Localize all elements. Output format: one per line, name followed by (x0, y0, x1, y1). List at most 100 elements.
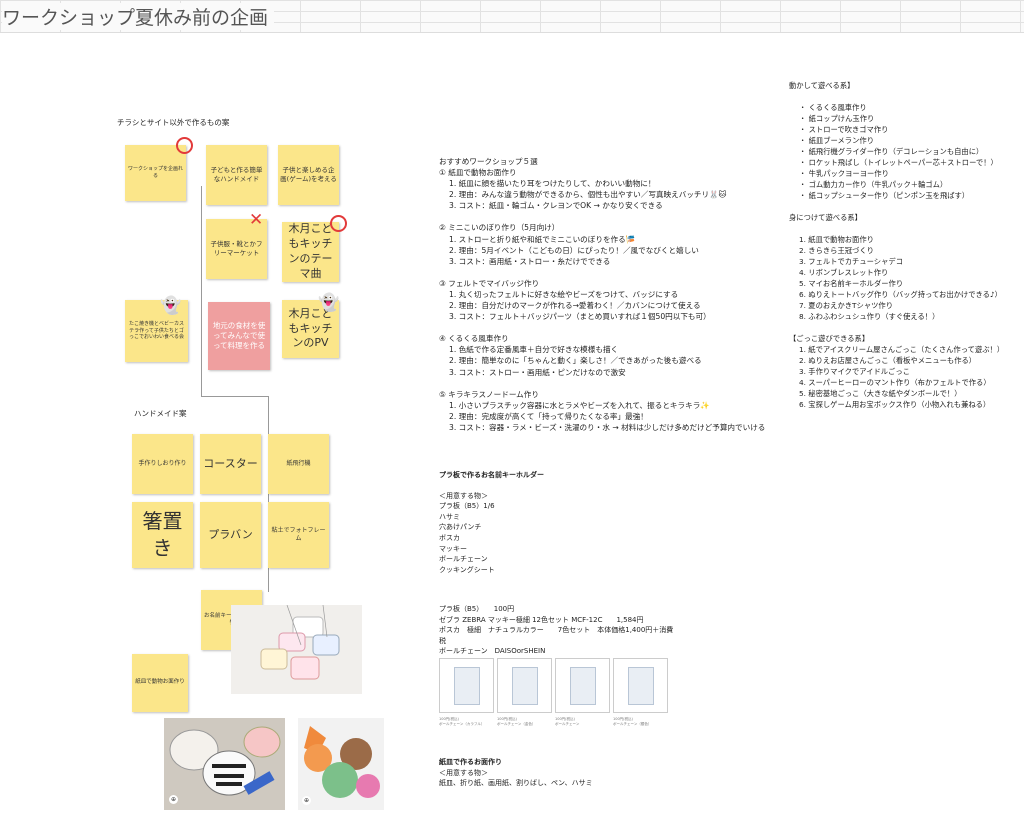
material-item: ボスカ (439, 533, 460, 542)
right-column: 動かして遊べる系】 ・ くるくる風車作り ・ 紙コップけん玉作り ・ ストローで… (789, 80, 1004, 410)
wear-item: 5. マイお名前キーホルダー作り (799, 279, 904, 288)
product-card[interactable] (613, 658, 668, 713)
product-caption: 100円(税込) ボールチェーン (555, 717, 579, 727)
recommend-line: 1. 小さいプラスチック容器に水とラメやビーズを入れて、振るとキラキラ✨ (449, 400, 710, 410)
play-item: 3. 手作りマイクでアイドルごっこ (799, 367, 910, 376)
sticky-note[interactable]: 木月こどもキッチンのテーマ曲 (282, 222, 339, 282)
price-line: ボールチェーン DAISOorSHEIN (439, 647, 546, 656)
zoom-icon[interactable]: ⊕ (302, 796, 311, 805)
product-caption: 100円(税込) ボールチェーン（カラフル） (439, 717, 484, 727)
product-caption: 100円(税込) ボールチェーン（金色） (497, 717, 535, 727)
recommend-line: 1. ストローと折り紙や和紙でミニこいのぼりを作る🎏 (449, 234, 636, 244)
plate-block: 紙皿で作るお面作り ＜用意する物＞ 紙皿、折り紙、画用紙、割りばし、ペン、ハサミ (439, 757, 593, 789)
sticky-note[interactable]: 箸置き (132, 502, 193, 568)
sticky-note[interactable]: 紙皿で動物お面作り (132, 654, 188, 712)
wear-item: 1. 紙皿で動物お面作り (799, 235, 874, 244)
play-item: 1. 紙でアイスクリーム屋さんごっこ（たくさん作って遊ぶ！） (799, 345, 1005, 354)
recommend-heading: ⑤ キラキラスノードーム作り (439, 389, 539, 399)
recommend-title: おすすめワークショップ５選 (439, 157, 538, 166)
move-title: 動かして遊べる系】 (789, 81, 855, 90)
price-line: ポスカ 極細 ナチュラルカラー 7色セット 本体価格1,400円＋消費 (439, 626, 674, 635)
circle-mark-icon (330, 215, 347, 232)
price-line: ゼブラ ZEBRA マッキー極細 12色セット MCF-12C 1,584円 (439, 615, 644, 624)
material-item: クッキングシート (439, 565, 495, 574)
recommend-heading: ① 紙皿で動物お面作り (439, 168, 517, 178)
move-item: ・ 紙皿ブーメラン作り (799, 136, 874, 145)
move-item: ・ ストローで吹きゴマ作り (799, 125, 889, 134)
recommend-line: 2. 理由：みんな違う動物ができるから、個性も出やすい／写真映えバッチリ🐰🐱 (449, 190, 727, 200)
recommend-line: 3. コスト：容器・ラメ・ビーズ・洗濯のり・水 → 材料は少しだけ多めだけど予算… (449, 422, 766, 432)
play-item: 2. ぬりえお店屋さんごっこ（看板やメニューも作る） (799, 356, 977, 365)
play-title: 【ごっこ遊びできる系】 (789, 334, 870, 343)
recommend-line: 3. コスト：画用紙・ストロー・糸だけでできる (449, 256, 611, 266)
product-image (628, 667, 654, 705)
move-item: ・ 紙コップけん玉作り (799, 114, 875, 123)
product-card[interactable] (439, 658, 494, 713)
zoom-icon[interactable]: ⊕ (169, 795, 178, 804)
keyholder-block: プラ板で作るお名前キーホルダー ＜用意する物＞ プラ板（B5）1/6 ハサミ 穴… (439, 470, 544, 575)
move-item: ・ 紙飛行機グライダー作り（デコレーションも自由に） (799, 147, 984, 156)
sticky-note[interactable]: 子どもと作る簡単なハンドメイド (206, 145, 267, 205)
sticky-note[interactable]: プラバン (200, 502, 261, 568)
product-name[interactable]: ボールチェーン（カラフル） (439, 722, 484, 727)
price-block: プラ板（B5） 100円 ゼブラ ZEBRA マッキー極細 12色セット MCF… (439, 604, 673, 657)
animal-mask-photo-1[interactable]: ⊕ (164, 718, 285, 810)
recommend-line: 2. 理由：自分だけのマークが作れる→愛着わく！／カバンにつけて使える (449, 301, 701, 311)
animal-mask-photo-2[interactable]: ⊕ (298, 718, 384, 810)
material-item: マッキー (439, 544, 467, 553)
sticky-note[interactable]: 紙飛行機 (268, 434, 329, 494)
price-line: 税 (439, 636, 446, 645)
recommend-heading: ④ くるくる風車作り (439, 334, 509, 344)
sticky-note-pink[interactable]: 地元の食材を使ってみんなで使って料理を作る (208, 302, 270, 370)
move-item: ・ 紙コップシューター作り（ピンポン玉を飛ばす） (799, 191, 970, 200)
wear-item: 8. ふわふわシュシュ作り（すぐ使える！） (799, 312, 940, 321)
section-label-ideas: チラシとサイト以外で作るもの案 (117, 118, 230, 127)
wear-item: 2. きらきら王冠づくり (799, 246, 874, 255)
play-item: 6. 宝探しゲーム用お宝ボックス作り（小物入れも兼ねる） (799, 400, 991, 409)
product-name[interactable]: ボールチェーン (555, 722, 579, 727)
material-item: 穴あけパンチ (439, 523, 482, 532)
product-image (512, 667, 538, 705)
material-item: プラ板（B5）1/6 (439, 502, 495, 511)
sticky-note[interactable]: 子供と楽しめる企画(ゲーム)を考える (278, 145, 339, 205)
product-card[interactable] (555, 658, 610, 713)
connector-line (201, 186, 202, 396)
price-line: プラ板（B5） 100円 (439, 605, 515, 613)
product-card[interactable] (497, 658, 552, 713)
wear-title: 身につけて遊べる系】 (789, 213, 862, 222)
circle-mark-icon (176, 137, 193, 154)
recommend-line: 2. 理由：完成度が高くて「持って帰りたくなる率」最強！ (449, 411, 648, 421)
recommend-heading: ② ミニこいのぼり作り（5月向け） (439, 223, 560, 233)
product-name[interactable]: ボールチェーン（銀色） (613, 722, 651, 727)
move-item: ・ くるくる風車作り (799, 103, 867, 112)
recommend-line: 2. 理由：簡単なのに「ちゃんと動く」楽しさ！／できあがった後も遊べる (449, 356, 702, 366)
product-image (454, 667, 480, 705)
page-title: ワークショップ夏休み前の企画 (2, 3, 275, 30)
recommend-line: 1. 紙皿に顔を描いたり耳をつけたりして、かわいい動物に！ (449, 179, 656, 189)
recommend-line: 3. コスト：紙皿・輪ゴム・クレヨンでOK → かなり安くできる (449, 201, 663, 211)
sticky-note[interactable]: ワークショップを企画れる (125, 145, 186, 201)
wear-item: 4. リボンブレスレット作り (799, 268, 889, 277)
plate-materials-title: ＜用意する物＞ (439, 768, 488, 777)
x-mark-icon: ✕ (249, 210, 264, 230)
materials-title: ＜用意する物＞ (439, 491, 488, 500)
play-item: 5. 秘密基地ごっこ（大きな紙やダンボールで！） (799, 389, 962, 398)
sticky-note[interactable]: 手作りしおり作り (132, 434, 193, 494)
sticky-note[interactable]: 粘土でフォトフレーム (268, 502, 329, 568)
recommend-block: おすすめワークショップ５選 ① 紙皿で動物お面作り 1. 紙皿に顔を描いたり耳を… (439, 156, 765, 433)
play-item: 4. スーパーヒーローのマント作り（布かフェルトで作る） (799, 378, 991, 387)
product-name[interactable]: ボールチェーン（金色） (497, 722, 535, 727)
recommend-line: 1. 色紙で作る定番風車＋自分で好きな模様も描く (449, 345, 619, 355)
recommend-line: 1. 丸く切ったフェルトに好きな絵やビーズをつけて、バッジにする (449, 289, 679, 299)
plate-title: 紙皿で作るお面作り (439, 758, 502, 766)
recommend-heading: ③ フェルトでマイバッジ作り (439, 278, 540, 288)
keyholder-photo[interactable] (231, 605, 362, 694)
wear-item: 3. フェルトでカチューシャデコ (799, 257, 903, 266)
sticky-note[interactable]: コースター (200, 434, 261, 494)
move-item: ・ 牛乳パックヨーヨー作り (799, 169, 889, 178)
ghost-icon: 👻 (318, 293, 340, 313)
connector-line (201, 396, 268, 397)
wear-item: 7. 夏のおえかきTシャツ作り (799, 301, 894, 310)
material-item: ハサミ (439, 512, 460, 521)
recommend-line: 3. コスト：ストロー・画用紙・ピンだけなので激安 (449, 367, 626, 377)
